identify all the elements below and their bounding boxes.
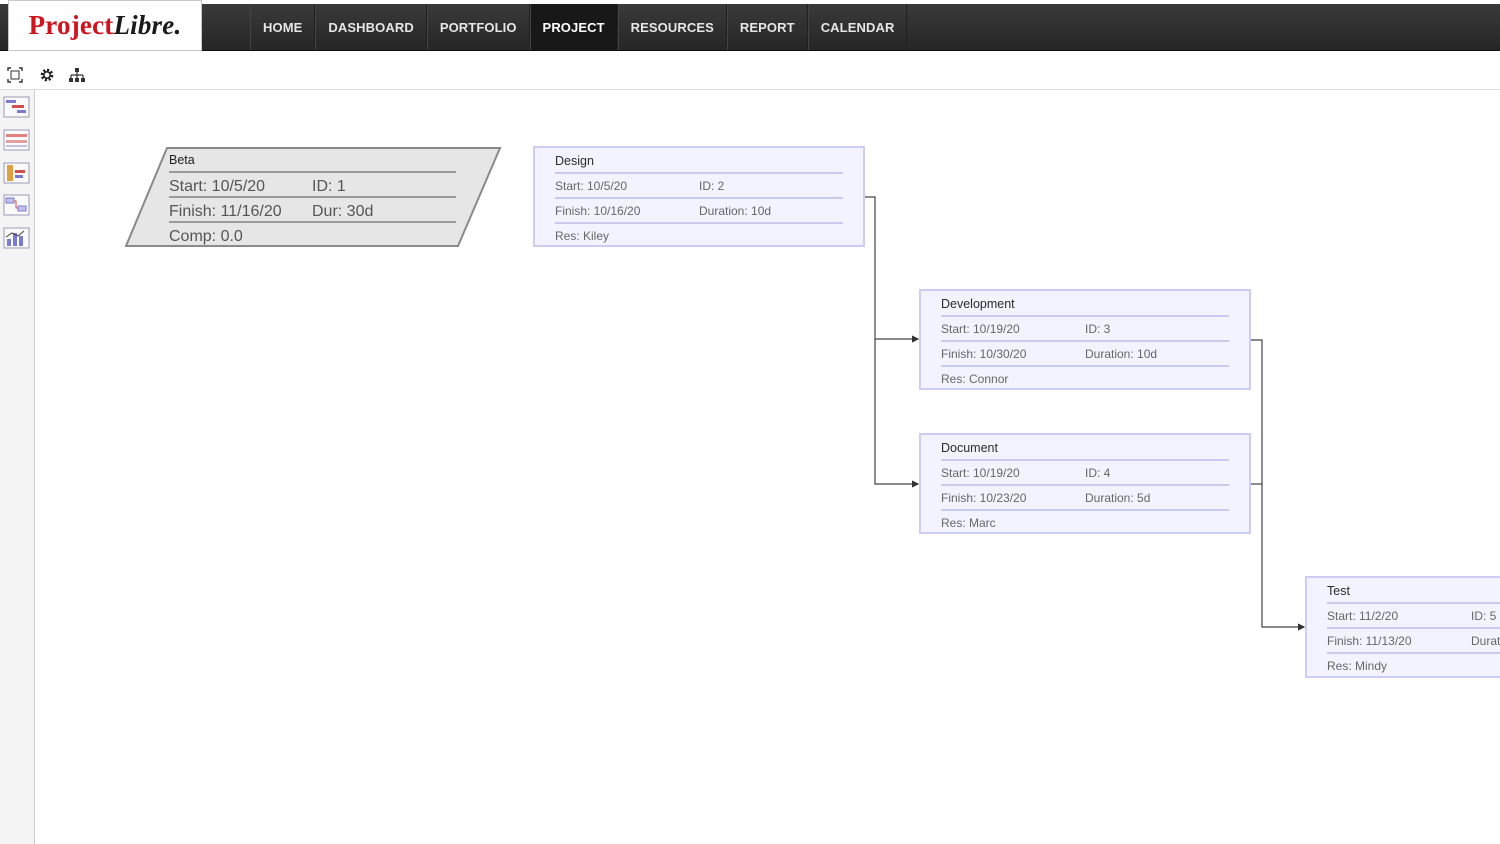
node-finish: Finish: 10/23/20 xyxy=(941,491,1027,505)
node-name: Beta xyxy=(169,153,195,167)
divider xyxy=(941,365,1229,367)
node-finish: Finish: 10/16/20 xyxy=(555,204,641,218)
node-id: ID: 5 xyxy=(1471,609,1497,623)
divider xyxy=(169,221,456,223)
divider xyxy=(555,197,843,199)
projectlibre-logo[interactable]: Project Libre. xyxy=(8,0,202,51)
node-test[interactable]: Test Start: 11/2/20 ID: 5 Finish: 11/13/… xyxy=(1305,576,1500,678)
link-design-document xyxy=(874,339,920,488)
resource-view-icon[interactable] xyxy=(3,162,30,184)
node-document[interactable]: Document Start: 10/19/20 ID: 4 Finish: 1… xyxy=(919,433,1251,534)
nav-project[interactable]: PROJECT xyxy=(529,4,618,50)
node-resource: Res: Kiley xyxy=(555,229,610,243)
network-toolbar xyxy=(0,60,1500,90)
link-design-development xyxy=(865,196,920,343)
node-name: Document xyxy=(941,441,998,455)
node-finish: Finish: 10/30/20 xyxy=(941,347,1027,361)
nav-report[interactable]: REPORT xyxy=(726,4,808,50)
node-resource: Res: Marc xyxy=(941,516,996,530)
nav-dashboard[interactable]: DASHBOARD xyxy=(315,4,427,50)
node-development[interactable]: Development Start: 10/19/20 ID: 3 Finish… xyxy=(919,289,1251,390)
fit-screen-icon[interactable] xyxy=(6,66,24,84)
node-duration: Duration: 10d xyxy=(1471,634,1500,648)
nav-calendar[interactable]: CALENDAR xyxy=(807,4,908,50)
divider xyxy=(555,222,843,224)
main-nav: HOME DASHBOARD PORTFOLIO PROJECT RESOURC… xyxy=(250,4,908,50)
network-layout-icon[interactable] xyxy=(68,66,86,84)
node-id: ID: 3 xyxy=(1085,322,1111,336)
node-finish: Finish: 11/16/20 xyxy=(169,203,282,220)
divider xyxy=(555,172,843,174)
node-finish: Finish: 11/13/20 xyxy=(1327,634,1412,648)
node-duration: Duration: 10d xyxy=(699,204,772,218)
node-start: Start: 10/5/20 xyxy=(169,178,266,195)
histogram-view-icon[interactable] xyxy=(3,227,30,249)
node-duration: Duration: 5d xyxy=(1085,491,1151,505)
network-diagram: Beta Start: 10/5/20 ID: 1 Finish: 11/16/… xyxy=(36,91,1500,844)
node-resource: Res: Connor xyxy=(941,372,1009,386)
node-name: Design xyxy=(555,154,594,168)
node-id: ID: 4 xyxy=(1085,466,1111,480)
node-name: Development xyxy=(941,297,1015,311)
divider xyxy=(941,459,1229,461)
top-bar: Project Libre. HOME DASHBOARD PORTFOLIO P… xyxy=(0,0,1500,52)
divider xyxy=(169,171,456,173)
divider xyxy=(941,509,1229,511)
node-resource: Res: Mindy xyxy=(1327,659,1388,673)
logo-text-project: Project xyxy=(28,10,114,40)
nav-resources[interactable]: RESOURCES xyxy=(617,4,727,50)
divider xyxy=(169,196,456,198)
node-duration: Duration: 10d xyxy=(1085,347,1158,361)
node-name: Test xyxy=(1327,584,1350,598)
divider xyxy=(941,315,1229,317)
settings-icon[interactable] xyxy=(38,66,56,84)
node-design[interactable]: Design Start: 10/5/20 ID: 2 Finish: 10/1… xyxy=(533,146,865,247)
node-id: ID: 1 xyxy=(312,178,346,195)
node-beta[interactable]: Beta Start: 10/5/20 ID: 1 Finish: 11/16/… xyxy=(125,147,505,247)
node-start: Start: 10/19/20 xyxy=(941,322,1020,336)
node-duration: Dur: 30d xyxy=(312,203,374,220)
nav-portfolio[interactable]: PORTFOLIO xyxy=(426,4,530,50)
node-complete: Comp: 0.0 xyxy=(169,228,243,245)
divider xyxy=(1327,652,1500,654)
divider xyxy=(1327,602,1500,604)
node-id: ID: 2 xyxy=(699,179,725,193)
node-start: Start: 10/19/20 xyxy=(941,466,1020,480)
divider xyxy=(1327,627,1500,629)
task-usage-view-icon[interactable] xyxy=(3,129,30,151)
nav-home[interactable]: HOME xyxy=(250,4,316,50)
node-start: Start: 11/2/20 xyxy=(1327,609,1399,623)
network-view-icon[interactable] xyxy=(3,194,30,216)
gantt-view-icon[interactable] xyxy=(3,96,30,118)
divider xyxy=(941,484,1229,486)
view-sidebar xyxy=(0,90,35,844)
logo-text-libre: Libre. xyxy=(113,10,182,40)
divider xyxy=(941,340,1229,342)
node-start: Start: 10/5/20 xyxy=(555,179,628,193)
